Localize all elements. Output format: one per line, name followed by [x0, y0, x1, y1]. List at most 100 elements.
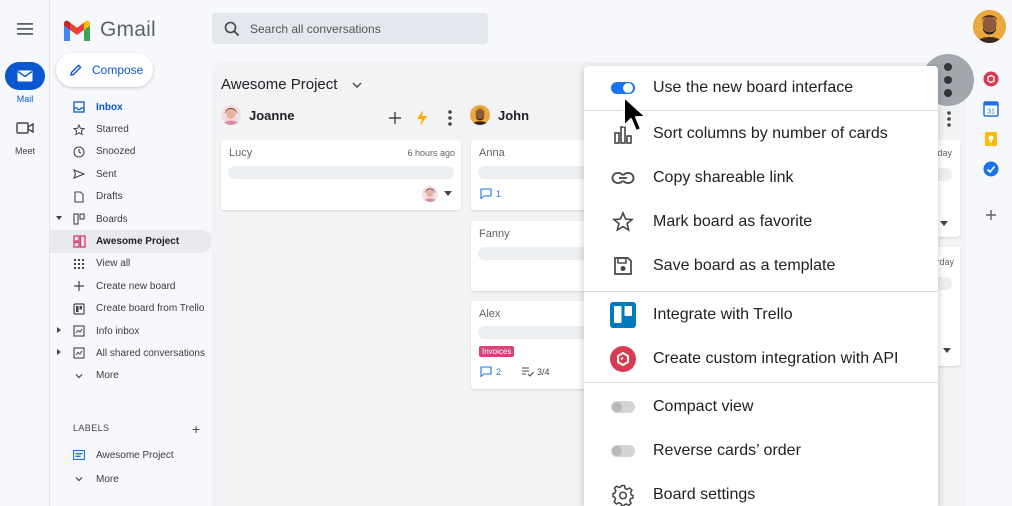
sidebar-item-label: All shared conversations	[96, 347, 205, 359]
card-title: Alex	[479, 308, 501, 320]
add-label-icon[interactable]: +	[192, 421, 200, 437]
sidebar-item-label: Sent	[96, 168, 117, 180]
lightning-icon[interactable]	[416, 110, 428, 126]
label-item-awesome-project[interactable]: Awesome Project	[50, 444, 212, 466]
sidebar-item-drafts[interactable]: Drafts	[50, 186, 212, 208]
menu-item-board-settings[interactable]: Board settings	[584, 473, 938, 506]
menu-item-favorite[interactable]: Mark board as favorite	[584, 200, 938, 244]
compose-button[interactable]: Compose	[56, 53, 153, 87]
gmail-m-icon	[64, 20, 90, 41]
sidebar-item-snoozed[interactable]: Snoozed	[50, 141, 212, 163]
add-card-icon[interactable]	[388, 111, 402, 125]
toggle-off-icon[interactable]	[610, 438, 636, 464]
add-addon-icon[interactable]	[983, 207, 999, 223]
sidebar-item-awesome-project[interactable]: Awesome Project	[50, 230, 212, 253]
column-header-joanne: Joanne	[221, 105, 295, 125]
avatar	[221, 105, 241, 125]
menu-item-compact-view[interactable]: Compact view	[584, 385, 938, 429]
chevron-down-icon	[72, 472, 86, 486]
card-tasks[interactable]: 3/4	[521, 366, 550, 377]
card-alex[interactable]: Alex Invoices 2 3/4	[471, 301, 591, 389]
rail-meet[interactable]: Meet	[5, 114, 45, 156]
caret-down-icon[interactable]	[56, 215, 62, 221]
sidebar-item-label: Drafts	[96, 191, 123, 203]
card-fanny[interactable]: Fanny	[471, 221, 591, 291]
caret-right-icon[interactable]	[56, 349, 62, 356]
more-vertical-icon[interactable]	[943, 110, 955, 128]
keep-icon[interactable]	[983, 131, 999, 147]
sidebar-item-create-new-board[interactable]: Create new board	[50, 275, 212, 297]
menu-item-label: Reverse cards’ order	[653, 442, 801, 459]
label-board-icon	[72, 448, 86, 462]
send-icon	[72, 167, 86, 181]
inbox-icon	[72, 100, 86, 114]
avatar	[470, 105, 490, 125]
menu-item-copy-link[interactable]: Copy shareable link	[584, 156, 938, 200]
sidebar-item-all-shared[interactable]: All shared conversations	[50, 342, 212, 364]
sidebar-item-label: Starred	[96, 124, 129, 136]
sidebar-item-info-inbox[interactable]: Info inbox	[50, 320, 212, 342]
menu-item-label: Integrate with Trello	[653, 306, 793, 323]
card-title: Fanny	[479, 228, 510, 240]
caret-right-icon[interactable]	[56, 326, 62, 333]
menu-item-trello[interactable]: Integrate with Trello	[584, 293, 938, 337]
board-title[interactable]: Awesome Project	[221, 76, 363, 93]
tasks-icon[interactable]	[983, 161, 999, 177]
rail-meet-label: Meet	[14, 146, 35, 156]
mouse-cursor-icon	[623, 96, 647, 132]
menu-item-custom-api[interactable]: Create custom integration with API	[584, 337, 938, 381]
calendar-icon[interactable]: 31	[983, 101, 999, 117]
grid-icon	[72, 257, 86, 271]
shared-inbox-icon	[72, 346, 86, 360]
account-avatar[interactable]	[973, 10, 1006, 43]
menu-item-reverse-order[interactable]: Reverse cards’ order	[584, 429, 938, 473]
sidebar-item-sent[interactable]: Sent	[50, 163, 212, 185]
sidebar-item-create-from-trello[interactable]: Create board from Trello	[50, 298, 212, 320]
card-tag: Invoices	[479, 346, 515, 357]
sidebar-item-more[interactable]: More	[50, 365, 212, 387]
card-lucy[interactable]: Lucy 6 hours ago	[221, 140, 461, 210]
gmail-logo[interactable]: Gmail	[62, 18, 156, 42]
sidebar-item-starred[interactable]: Starred	[50, 118, 212, 140]
caret-down-icon[interactable]	[943, 348, 951, 354]
chevron-down-icon	[72, 369, 86, 383]
checklist-icon	[522, 367, 534, 377]
caret-down-icon[interactable]	[940, 221, 948, 227]
api-addon-icon[interactable]	[983, 71, 999, 87]
caret-down-icon[interactable]	[444, 191, 452, 197]
sidebar-item-view-all[interactable]: View all	[50, 253, 212, 275]
board-title-text: Awesome Project	[221, 76, 338, 93]
sidebar-nav: Inbox Starred Snoozed Sent Drafts Boards…	[50, 96, 212, 387]
card-anna[interactable]: Anna 1	[471, 140, 591, 210]
toggle-off-icon[interactable]	[610, 394, 636, 420]
search-input[interactable]	[250, 21, 470, 36]
card-timestamp: 6 hours ago	[407, 148, 455, 158]
mail-icon	[5, 62, 45, 90]
menu-divider	[584, 382, 938, 383]
task-count: 3/4	[537, 366, 550, 377]
sidebar-item-label: Info inbox	[96, 325, 140, 337]
sidebar-item-label: Snoozed	[96, 146, 136, 158]
rail-mail[interactable]: Mail	[5, 62, 45, 104]
menu-divider	[584, 291, 938, 292]
sidebar-item-label: Inbox	[96, 101, 123, 113]
search-icon[interactable]	[224, 21, 240, 37]
search-bar[interactable]	[212, 13, 488, 44]
rail-mail-label: Mail	[16, 94, 34, 104]
main-menu-icon[interactable]	[15, 20, 37, 38]
labels-more[interactable]: More	[50, 468, 212, 490]
card-title: Anna	[479, 147, 505, 159]
menu-item-label: Board settings	[653, 486, 756, 503]
column-header-john: John	[470, 105, 529, 125]
sidebar-item-boards[interactable]: Boards	[50, 208, 212, 230]
more-vertical-icon[interactable]	[444, 109, 456, 127]
sidebar-item-inbox[interactable]: Inbox	[50, 96, 212, 118]
menu-item-label: Compact view	[653, 398, 754, 415]
sidebar-item-label: Create board from Trello	[96, 303, 205, 315]
menu-item-save-template[interactable]: Save board as a template	[584, 244, 938, 288]
pencil-icon	[70, 64, 82, 76]
card-comments[interactable]: 1	[480, 188, 501, 199]
comment-icon	[480, 188, 492, 199]
card-comments[interactable]: 2	[480, 366, 501, 377]
svg-text:31: 31	[987, 109, 995, 116]
